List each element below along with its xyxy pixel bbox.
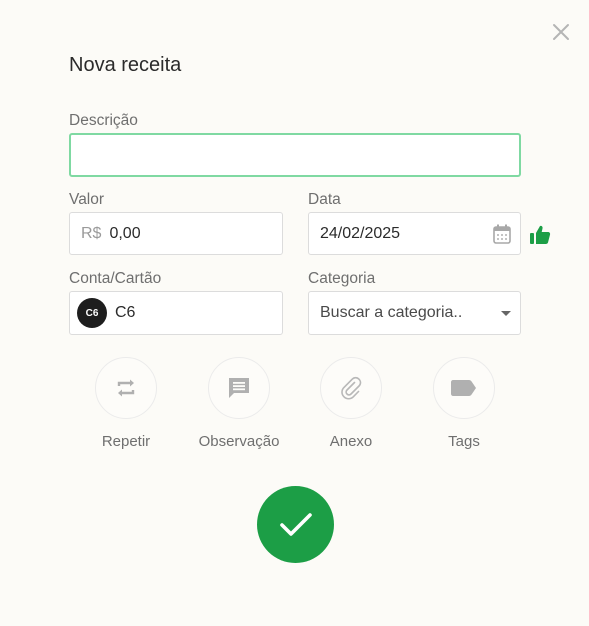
paperclip-icon [341,376,362,400]
thumbs-up-icon [530,225,551,244]
value-label: Valor [69,191,105,208]
repeat-circle[interactable] [95,357,157,419]
description-input[interactable] [71,135,519,175]
observation-label: Observação [198,433,280,450]
account-name: C6 [115,304,136,321]
attachment-circle[interactable] [320,357,382,419]
date-field[interactable]: 24/02/2025 [308,212,521,255]
account-select[interactable]: C6 C6 [69,291,283,335]
description-field[interactable] [69,133,521,177]
tag-icon [451,380,476,396]
description-label: Descrição [69,112,138,129]
repeat-button[interactable]: Repetir [71,357,181,450]
currency-prefix: R$ [81,224,102,242]
tags-button[interactable]: Tags [409,357,519,450]
repeat-icon [117,379,135,397]
calendar-icon[interactable] [493,224,511,244]
tags-label: Tags [448,433,480,450]
category-select[interactable]: Buscar a categoria.. [308,291,521,335]
date-label: Data [308,191,341,208]
attachment-label: Anexo [329,433,373,450]
close-icon [553,24,569,40]
repeat-label: Repetir [101,433,151,450]
observation-circle[interactable] [208,357,270,419]
bank-logo: C6 [77,298,107,328]
category-label: Categoria [308,270,376,287]
chevron-down-icon [501,310,511,316]
attachment-button[interactable]: Anexo [296,357,406,450]
account-label: Conta/Cartão [69,270,162,287]
comment-icon [229,378,249,398]
close-button[interactable] [549,20,573,44]
new-income-modal: Nova receita Descrição Valor R$ 0,00 Dat… [0,0,589,626]
confirm-button[interactable] [257,486,334,563]
modal-title: Nova receita [69,54,182,76]
date-value: 24/02/2025 [320,224,401,242]
category-placeholder: Buscar a categoria.. [320,304,463,321]
amount-value: 0,00 [109,224,141,242]
tags-circle[interactable] [433,357,495,419]
value-field[interactable]: R$ 0,00 [69,212,283,255]
observation-button[interactable]: Observação [184,357,294,450]
check-icon [279,512,312,536]
